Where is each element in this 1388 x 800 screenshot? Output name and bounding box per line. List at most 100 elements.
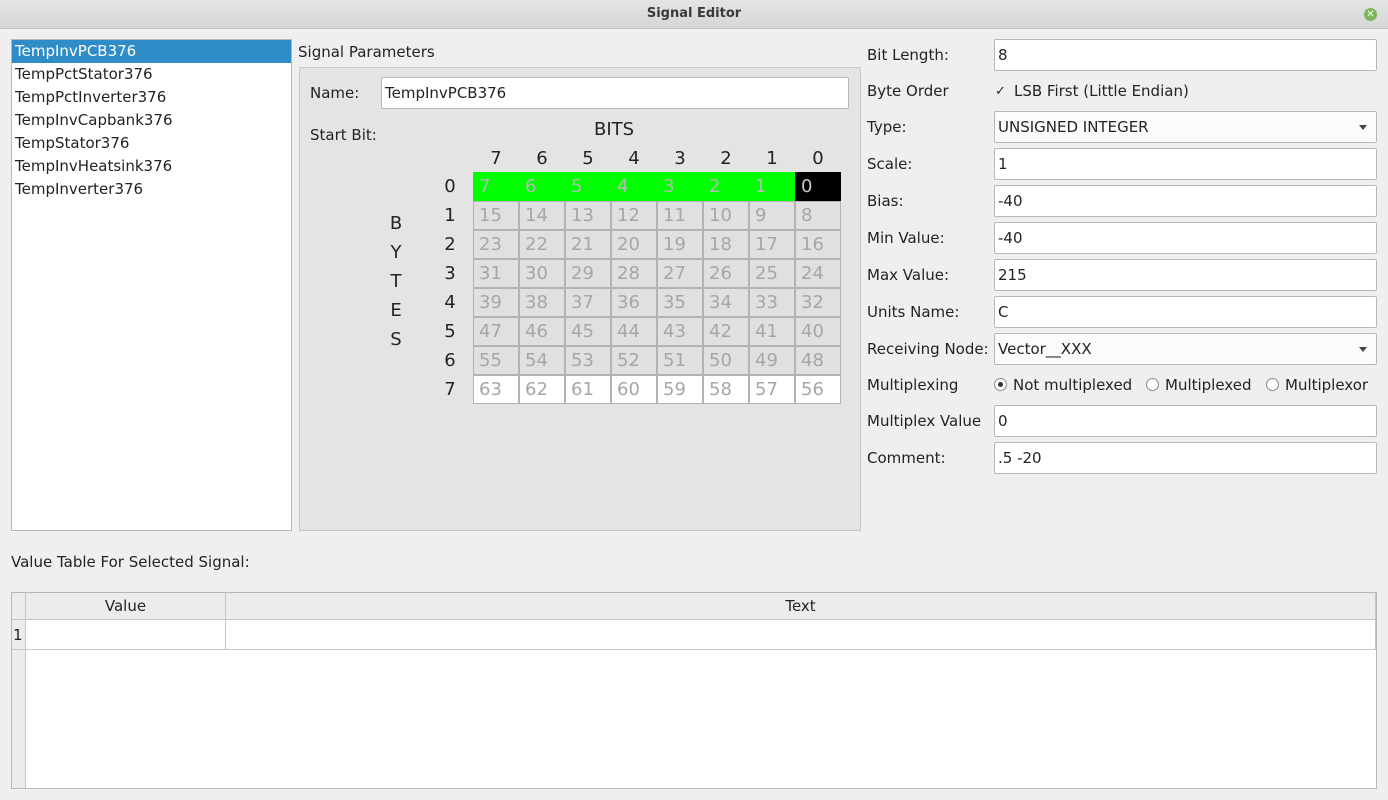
signal-list-item[interactable]: TempInvPCB376: [12, 40, 291, 63]
bit-cell[interactable]: 37: [565, 288, 611, 317]
bit-cell[interactable]: 29: [565, 259, 611, 288]
bit-cell[interactable]: 41: [749, 317, 795, 346]
bit-cell[interactable]: 40: [795, 317, 841, 346]
radio-not-multiplexed[interactable]: Not multiplexed: [994, 376, 1132, 394]
bit-cell[interactable]: 39: [473, 288, 519, 317]
bit-cell[interactable]: 2: [703, 172, 749, 201]
bit-cell[interactable]: 49: [749, 346, 795, 375]
byte-row-header: 6: [444, 350, 456, 371]
bit-cell[interactable]: 30: [519, 259, 565, 288]
bit-cell[interactable]: 36: [611, 288, 657, 317]
bit-cell[interactable]: 24: [795, 259, 841, 288]
bit-cell[interactable]: 9: [749, 201, 795, 230]
bit-cell[interactable]: 25: [749, 259, 795, 288]
bit-cell[interactable]: 60: [611, 375, 657, 404]
comment-field[interactable]: .5 -20: [994, 442, 1377, 474]
bit-cell[interactable]: 34: [703, 288, 749, 317]
bit-cell[interactable]: 4: [611, 172, 657, 201]
radio-button-icon[interactable]: [994, 378, 1007, 391]
bit-cell[interactable]: 28: [611, 259, 657, 288]
multiplex-value-field[interactable]: 0: [994, 405, 1377, 437]
scale-field[interactable]: 1: [994, 148, 1377, 180]
bit-cell[interactable]: 35: [657, 288, 703, 317]
name-field[interactable]: TempInvPCB376: [381, 77, 849, 109]
radio-button-icon[interactable]: [1266, 378, 1279, 391]
signal-list[interactable]: TempInvPCB376 TempPctStator376 TempPctInve…: [11, 39, 292, 531]
bit-cell[interactable]: 21: [565, 230, 611, 259]
signal-list-item[interactable]: TempInvCapbank376: [12, 109, 291, 132]
bit-cell[interactable]: 23: [473, 230, 519, 259]
bit-cell[interactable]: 57: [749, 375, 795, 404]
bit-cell[interactable]: 13: [565, 201, 611, 230]
bit-cell[interactable]: 19: [657, 230, 703, 259]
bit-cell[interactable]: 50: [703, 346, 749, 375]
text-cell[interactable]: [226, 620, 1376, 650]
bit-cell[interactable]: 14: [519, 201, 565, 230]
bit-cell[interactable]: 54: [519, 346, 565, 375]
bit-cell[interactable]: 0: [795, 172, 841, 201]
value-cell[interactable]: [26, 620, 226, 650]
bit-cell[interactable]: 12: [611, 201, 657, 230]
bit-cell[interactable]: 33: [749, 288, 795, 317]
bit-cell[interactable]: 38: [519, 288, 565, 317]
signal-list-item[interactable]: TempPctInverter376: [12, 86, 291, 109]
column-header-value[interactable]: Value: [26, 593, 226, 620]
bit-cell[interactable]: 46: [519, 317, 565, 346]
bit-cell[interactable]: 53: [565, 346, 611, 375]
bit-cell[interactable]: 45: [565, 317, 611, 346]
bit-cell[interactable]: 16: [795, 230, 841, 259]
bit-cell[interactable]: 55: [473, 346, 519, 375]
units-name-field[interactable]: C: [994, 296, 1377, 328]
radio-multiplexor[interactable]: Multiplexor: [1266, 376, 1368, 394]
bit-cell[interactable]: 17: [749, 230, 795, 259]
bit-cell[interactable]: 58: [703, 375, 749, 404]
type-select[interactable]: UNSIGNED INTEGER: [994, 111, 1377, 143]
max-value-field[interactable]: 215: [994, 259, 1377, 291]
bit-cell[interactable]: 1: [749, 172, 795, 201]
close-icon[interactable]: ✕: [1364, 8, 1377, 21]
byte-order-checkbox[interactable]: ✓ LSB First (Little Endian): [995, 82, 1189, 100]
bit-cell[interactable]: 31: [473, 259, 519, 288]
radio-multiplexed[interactable]: Multiplexed: [1146, 376, 1251, 394]
receiving-node-select[interactable]: Vector__XXX: [994, 333, 1377, 365]
bit-cell[interactable]: 61: [565, 375, 611, 404]
signal-list-item[interactable]: TempInvHeatsink376: [12, 155, 291, 178]
bit-cell[interactable]: 47: [473, 317, 519, 346]
min-value-field[interactable]: -40: [994, 222, 1377, 254]
bit-cell[interactable]: 5: [565, 172, 611, 201]
bit-cell[interactable]: 27: [657, 259, 703, 288]
bit-cell[interactable]: 20: [611, 230, 657, 259]
bit-cell[interactable]: 3: [657, 172, 703, 201]
bit-length-field[interactable]: 8: [994, 39, 1377, 71]
bit-cell[interactable]: 59: [657, 375, 703, 404]
column-header-text[interactable]: Text: [226, 593, 1376, 620]
signal-list-item[interactable]: TempInverter376: [12, 178, 291, 201]
signal-list-item[interactable]: TempPctStator376: [12, 63, 291, 86]
bit-cell[interactable]: 7: [473, 172, 519, 201]
checkmark-icon[interactable]: ✓: [995, 85, 1008, 98]
bit-cell[interactable]: 15: [473, 201, 519, 230]
row-header[interactable]: 1: [12, 620, 26, 650]
bias-label: Bias:: [867, 192, 904, 210]
bit-cell[interactable]: 11: [657, 201, 703, 230]
bit-cell[interactable]: 52: [611, 346, 657, 375]
bit-cell[interactable]: 6: [519, 172, 565, 201]
bytes-letter: E: [390, 300, 402, 321]
bias-field[interactable]: -40: [994, 185, 1377, 217]
bit-cell[interactable]: 32: [795, 288, 841, 317]
bit-cell[interactable]: 51: [657, 346, 703, 375]
radio-button-icon[interactable]: [1146, 378, 1159, 391]
bit-cell[interactable]: 43: [657, 317, 703, 346]
bit-cell[interactable]: 42: [703, 317, 749, 346]
bit-cell[interactable]: 48: [795, 346, 841, 375]
bit-cell[interactable]: 63: [473, 375, 519, 404]
bit-cell[interactable]: 8: [795, 201, 841, 230]
bit-cell[interactable]: 56: [795, 375, 841, 404]
bit-cell[interactable]: 22: [519, 230, 565, 259]
signal-list-item[interactable]: TempStator376: [12, 132, 291, 155]
bit-cell[interactable]: 44: [611, 317, 657, 346]
bit-cell[interactable]: 18: [703, 230, 749, 259]
bit-cell[interactable]: 10: [703, 201, 749, 230]
bit-cell[interactable]: 26: [703, 259, 749, 288]
bit-cell[interactable]: 62: [519, 375, 565, 404]
